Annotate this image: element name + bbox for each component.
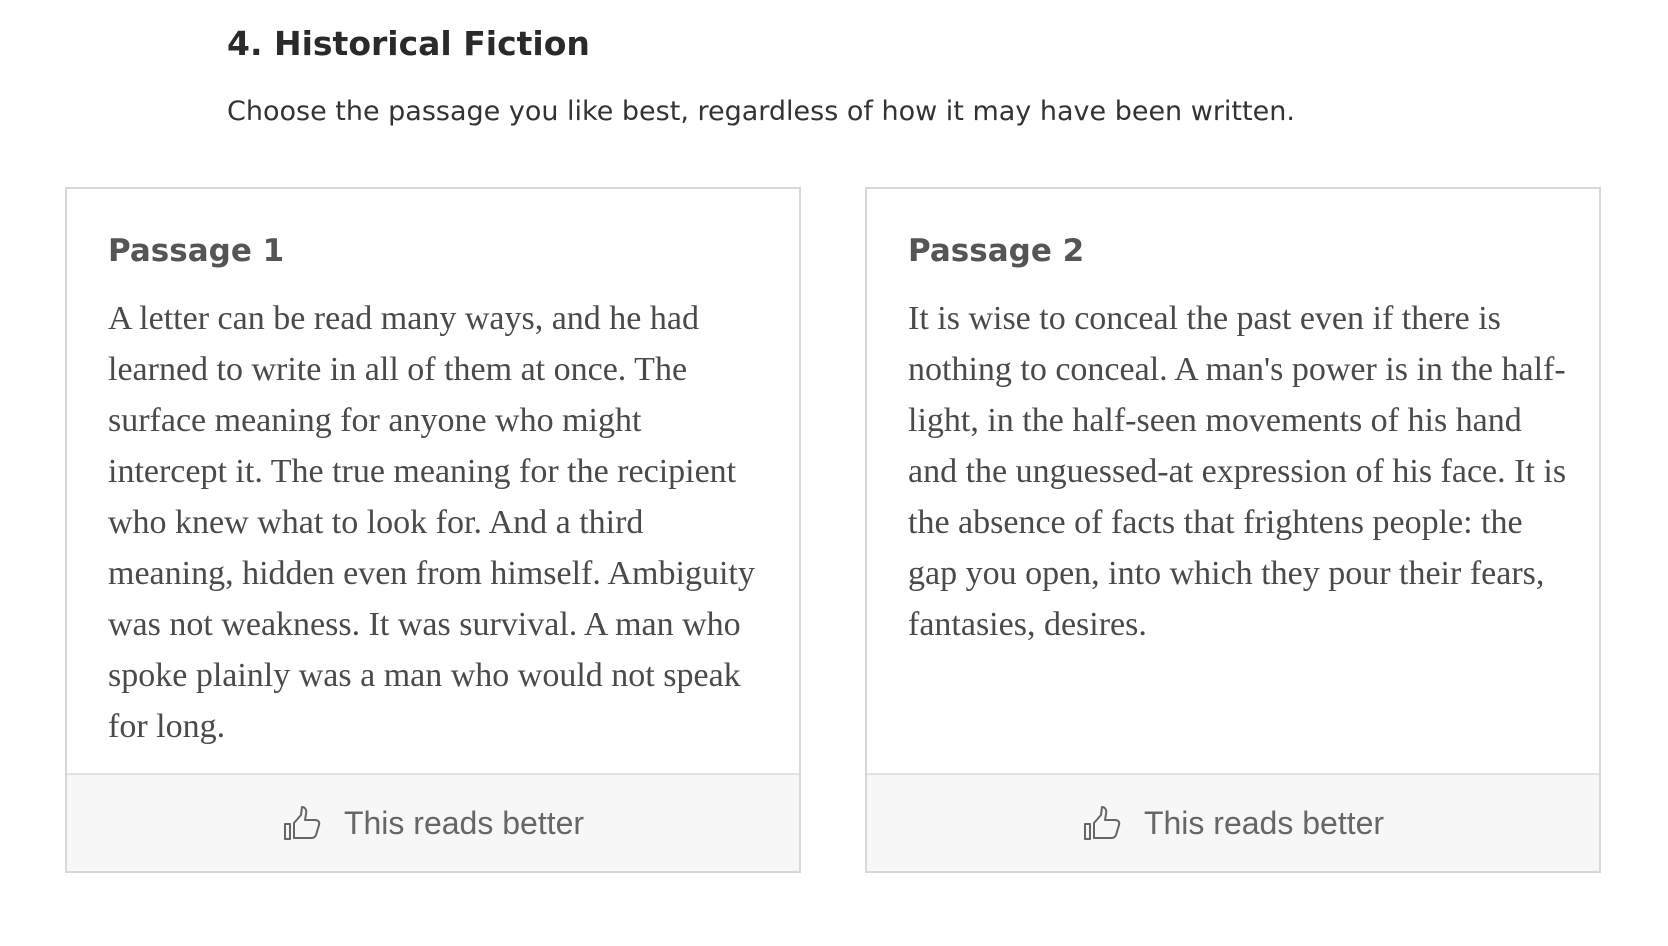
instructions-text: Choose the passage you like best, regard… [227,96,1295,127]
passage-card-2: Passage 2 It is wise to conceal the past… [865,187,1601,873]
passage-card-1: Passage 1 A letter can be read many ways… [65,187,801,873]
vote-button-passage-1[interactable]: This reads better [67,773,799,871]
thumbs-up-icon [282,803,322,843]
vote-label: This reads better [1143,804,1385,841]
passage-text: It is wise to conceal the past even if t… [908,300,1567,643]
passage-text: A letter can be read many ways, and he h… [108,300,755,745]
vote-button-passage-2[interactable]: This reads better [867,773,1599,871]
passage-title: Passage 2 [908,233,1085,269]
passage-title: Passage 1 [108,233,285,269]
section-title: 4. Historical Fiction [227,24,590,63]
thumbs-up-icon [1082,803,1122,843]
vote-label: This reads better [343,804,585,841]
